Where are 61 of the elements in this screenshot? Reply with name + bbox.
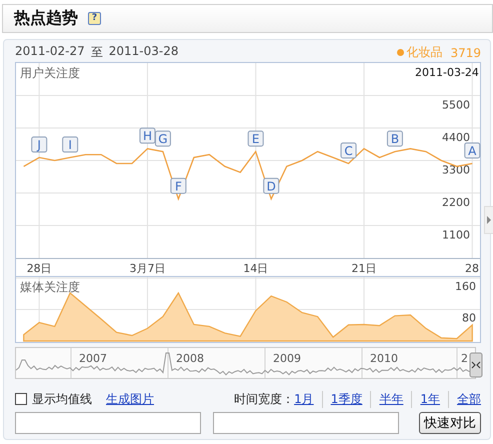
axis-label: 5500 <box>442 98 470 112</box>
annotation: A <box>468 144 478 158</box>
side-tab[interactable] <box>484 206 493 234</box>
axis-label: 2200 <box>442 196 470 209</box>
time-span-link[interactable]: 1年 <box>411 390 440 408</box>
event-marker[interactable]: I <box>62 136 78 153</box>
legend-value: 3719 <box>450 46 481 60</box>
axis-label: 14日 <box>243 262 268 275</box>
annotation: D <box>266 179 276 194</box>
event-marker[interactable]: A <box>464 142 480 158</box>
date-separator: 至 <box>90 44 103 61</box>
annotation: F <box>174 179 182 194</box>
help-icon[interactable]: ? <box>88 12 101 25</box>
time-span-link[interactable]: 1季度 <box>322 390 362 408</box>
legend-label: 化妆品 <box>406 44 442 61</box>
axis-label: 21日 <box>352 262 376 275</box>
range-handle[interactable] <box>470 352 482 378</box>
year-label: 2007 <box>79 352 107 365</box>
year-label: 2 <box>461 352 468 365</box>
event-marker[interactable]: D <box>263 178 280 194</box>
checkbox[interactable] <box>15 393 27 405</box>
annotation: G <box>158 132 168 146</box>
year-label: 2008 <box>176 352 204 365</box>
compare-field[interactable] <box>15 412 201 434</box>
event-marker[interactable]: C <box>340 142 357 158</box>
compare-button[interactable]: 快速对比 <box>419 412 481 434</box>
time-span-link[interactable]: 1月 <box>294 390 314 408</box>
section-title: 热点趋势 <box>14 8 78 29</box>
time-span-link[interactable]: 半年 <box>370 390 404 408</box>
annotation: I <box>68 138 72 152</box>
annotation: H <box>142 129 152 144</box>
event-marker[interactable]: E <box>248 130 264 147</box>
hover-date: 2011-03-24 <box>415 66 479 79</box>
export-link[interactable]: 生成图片 <box>106 390 154 408</box>
year-label: 2009 <box>273 352 301 365</box>
compare-field[interactable] <box>213 412 399 434</box>
annotation: J <box>36 138 41 152</box>
axis-label: 160 <box>455 280 476 293</box>
span-label: 时间宽度： <box>234 390 294 408</box>
event-marker[interactable]: H <box>139 128 156 144</box>
axis-label: 28 <box>465 262 479 275</box>
date-end: 2011-03-28 <box>108 44 178 60</box>
axis-label: 28日 <box>26 262 52 275</box>
time-span-link[interactable]: 全部 <box>448 390 481 408</box>
event-marker[interactable]: J <box>31 136 48 153</box>
chart-title: 媒体关注度 <box>20 280 80 294</box>
event-marker[interactable]: F <box>170 178 186 194</box>
chart-title: 用户关注度 <box>20 66 80 80</box>
axis-label: 1100 <box>442 228 470 242</box>
annotation: C <box>344 144 353 158</box>
annotation: B <box>390 132 400 146</box>
date-start: 2011-02-27 <box>15 44 85 60</box>
annotation: E <box>252 132 260 146</box>
event-marker[interactable]: B <box>386 130 403 147</box>
axis-label: 3月7日 <box>129 262 166 275</box>
event-marker[interactable]: G <box>154 130 171 147</box>
year-label: 2010 <box>370 352 398 365</box>
axis-label: 3300 <box>442 164 470 176</box>
axis-label: 80 <box>462 312 476 324</box>
axis-label: 4400 <box>442 131 470 144</box>
checkbox-label: 显示均值线 <box>32 390 92 408</box>
